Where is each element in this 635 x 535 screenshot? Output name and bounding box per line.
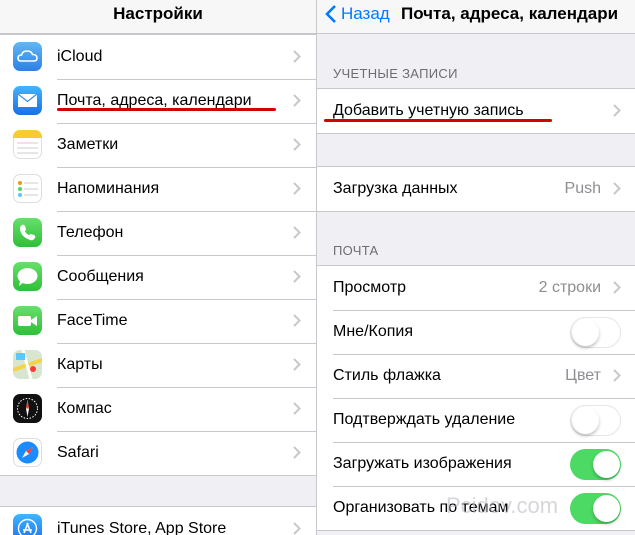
settings-item-notes[interactable]: Заметки — [0, 123, 316, 167]
settings-item-label: Карты — [57, 356, 103, 373]
confirm-delete-label: Подтверждать удаление — [333, 411, 516, 428]
accounts-section-header: УЧЕТНЫЕ ЗАПИСИ — [333, 66, 458, 81]
phone-icon — [13, 218, 42, 247]
watermark: Pcidov.com — [446, 493, 559, 518]
icloud-icon — [13, 42, 42, 71]
settings-item-label: Телефон — [57, 224, 124, 241]
settings-pane: Настройки iCloud Почта, адреса, календар… — [0, 0, 316, 535]
settings-item-maps[interactable]: Карты — [0, 343, 316, 387]
toggle-knob — [572, 318, 599, 346]
chevron-right-icon — [613, 182, 621, 195]
mail-item-annotation-underline — [57, 108, 276, 111]
settings-item-label: Напоминания — [57, 180, 160, 197]
settings-item-label: iCloud — [57, 48, 103, 65]
chevron-right-icon — [293, 226, 301, 239]
flag-style-row[interactable]: Стиль флажка Цвет — [317, 354, 635, 398]
chevron-right-icon — [613, 281, 621, 294]
fetch-data-label: Загрузка данных — [333, 180, 458, 197]
cc-toggle[interactable] — [570, 317, 621, 348]
settings-item-label: Заметки — [57, 136, 119, 153]
chevron-left-icon — [325, 5, 336, 23]
settings-title: Настройки — [113, 4, 203, 23]
settings-list-store: iTunes Store, App Store — [0, 506, 316, 535]
mail-settings-navbar: Назад Почта, адреса, календари — [317, 0, 635, 34]
confirm-delete-toggle[interactable] — [570, 405, 621, 436]
notes-icon — [13, 130, 42, 159]
chevron-right-icon — [293, 358, 301, 371]
chevron-right-icon — [293, 138, 301, 151]
settings-item-mail[interactable]: Почта, адреса, календари — [0, 79, 316, 123]
messages-icon — [13, 262, 42, 291]
preview-value: 2 строки — [538, 279, 601, 296]
settings-item-label: iTunes Store, App Store — [57, 520, 227, 535]
settings-item-messages[interactable]: Сообщения — [0, 255, 316, 299]
settings-item-icloud[interactable]: iCloud — [0, 35, 316, 79]
maps-icon — [13, 350, 42, 379]
fetch-data-value: Push — [564, 180, 601, 197]
settings-item-label: Safari — [57, 444, 99, 461]
mail-settings-title: Почта, адреса, календари — [401, 4, 619, 23]
confirm-delete-row: Подтверждать удаление — [317, 398, 635, 442]
cc-row: Мне/Копия — [317, 310, 635, 354]
chevron-right-icon — [293, 50, 301, 63]
mail-icon — [13, 86, 42, 115]
settings-item-itunes-app-store[interactable]: iTunes Store, App Store — [0, 507, 316, 535]
add-account-row[interactable]: Добавить учетную запись — [317, 89, 635, 133]
safari-icon — [13, 438, 42, 467]
accounts-group: Добавить учетную запись — [317, 88, 635, 134]
preview-label: Просмотр — [333, 279, 407, 296]
settings-item-label: Компас — [57, 400, 112, 417]
settings-item-facetime[interactable]: FaceTime — [0, 299, 316, 343]
cc-label: Мне/Копия — [333, 323, 413, 340]
back-button[interactable]: Назад — [325, 2, 390, 26]
toggle-knob — [592, 495, 620, 522]
chevron-right-icon — [293, 270, 301, 283]
chevron-right-icon — [293, 182, 301, 195]
back-button-label: Назад — [341, 4, 390, 23]
flag-style-value: Цвет — [565, 367, 601, 384]
load-images-label: Загружать изображения — [333, 455, 512, 472]
toggle-knob — [572, 406, 599, 434]
settings-item-safari[interactable]: Safari — [0, 431, 316, 475]
mail-section-header: ПОЧТА — [333, 243, 379, 258]
chevron-right-icon — [293, 446, 301, 459]
flag-style-label: Стиль флажка — [333, 367, 441, 384]
settings-item-phone[interactable]: Телефон — [0, 211, 316, 255]
chevron-right-icon — [293, 314, 301, 327]
add-account-label: Добавить учетную запись — [333, 102, 524, 119]
add-account-annotation-underline — [324, 119, 552, 122]
settings-list: iCloud Почта, адреса, календари Заметки … — [0, 34, 316, 476]
chevron-right-icon — [613, 104, 621, 117]
settings-item-label: FaceTime — [57, 312, 128, 329]
chevron-right-icon — [613, 369, 621, 382]
mail-group: Просмотр 2 строки Мне/Копия Стиль флажка… — [317, 265, 635, 531]
settings-item-label: Сообщения — [57, 268, 144, 285]
fetch-data-row[interactable]: Загрузка данных Push — [317, 167, 635, 211]
thread-toggle[interactable] — [570, 493, 621, 524]
compass-icon — [13, 394, 42, 423]
settings-navbar: Настройки — [0, 0, 316, 34]
preview-row[interactable]: Просмотр 2 строки — [317, 266, 635, 310]
app-store-icon — [13, 514, 42, 535]
load-images-toggle[interactable] — [570, 449, 621, 480]
chevron-right-icon — [293, 402, 301, 415]
load-images-row: Загружать изображения — [317, 442, 635, 486]
fetch-group: Загрузка данных Push — [317, 166, 635, 212]
reminders-icon — [13, 174, 42, 203]
mail-settings-pane: Назад Почта, адреса, календари УЧЕТНЫЕ З… — [317, 0, 635, 535]
chevron-right-icon — [293, 522, 301, 535]
settings-item-compass[interactable]: Компас — [0, 387, 316, 431]
facetime-icon — [13, 306, 42, 335]
chevron-right-icon — [293, 94, 301, 107]
toggle-knob — [592, 451, 620, 478]
settings-item-reminders[interactable]: Напоминания — [0, 167, 316, 211]
